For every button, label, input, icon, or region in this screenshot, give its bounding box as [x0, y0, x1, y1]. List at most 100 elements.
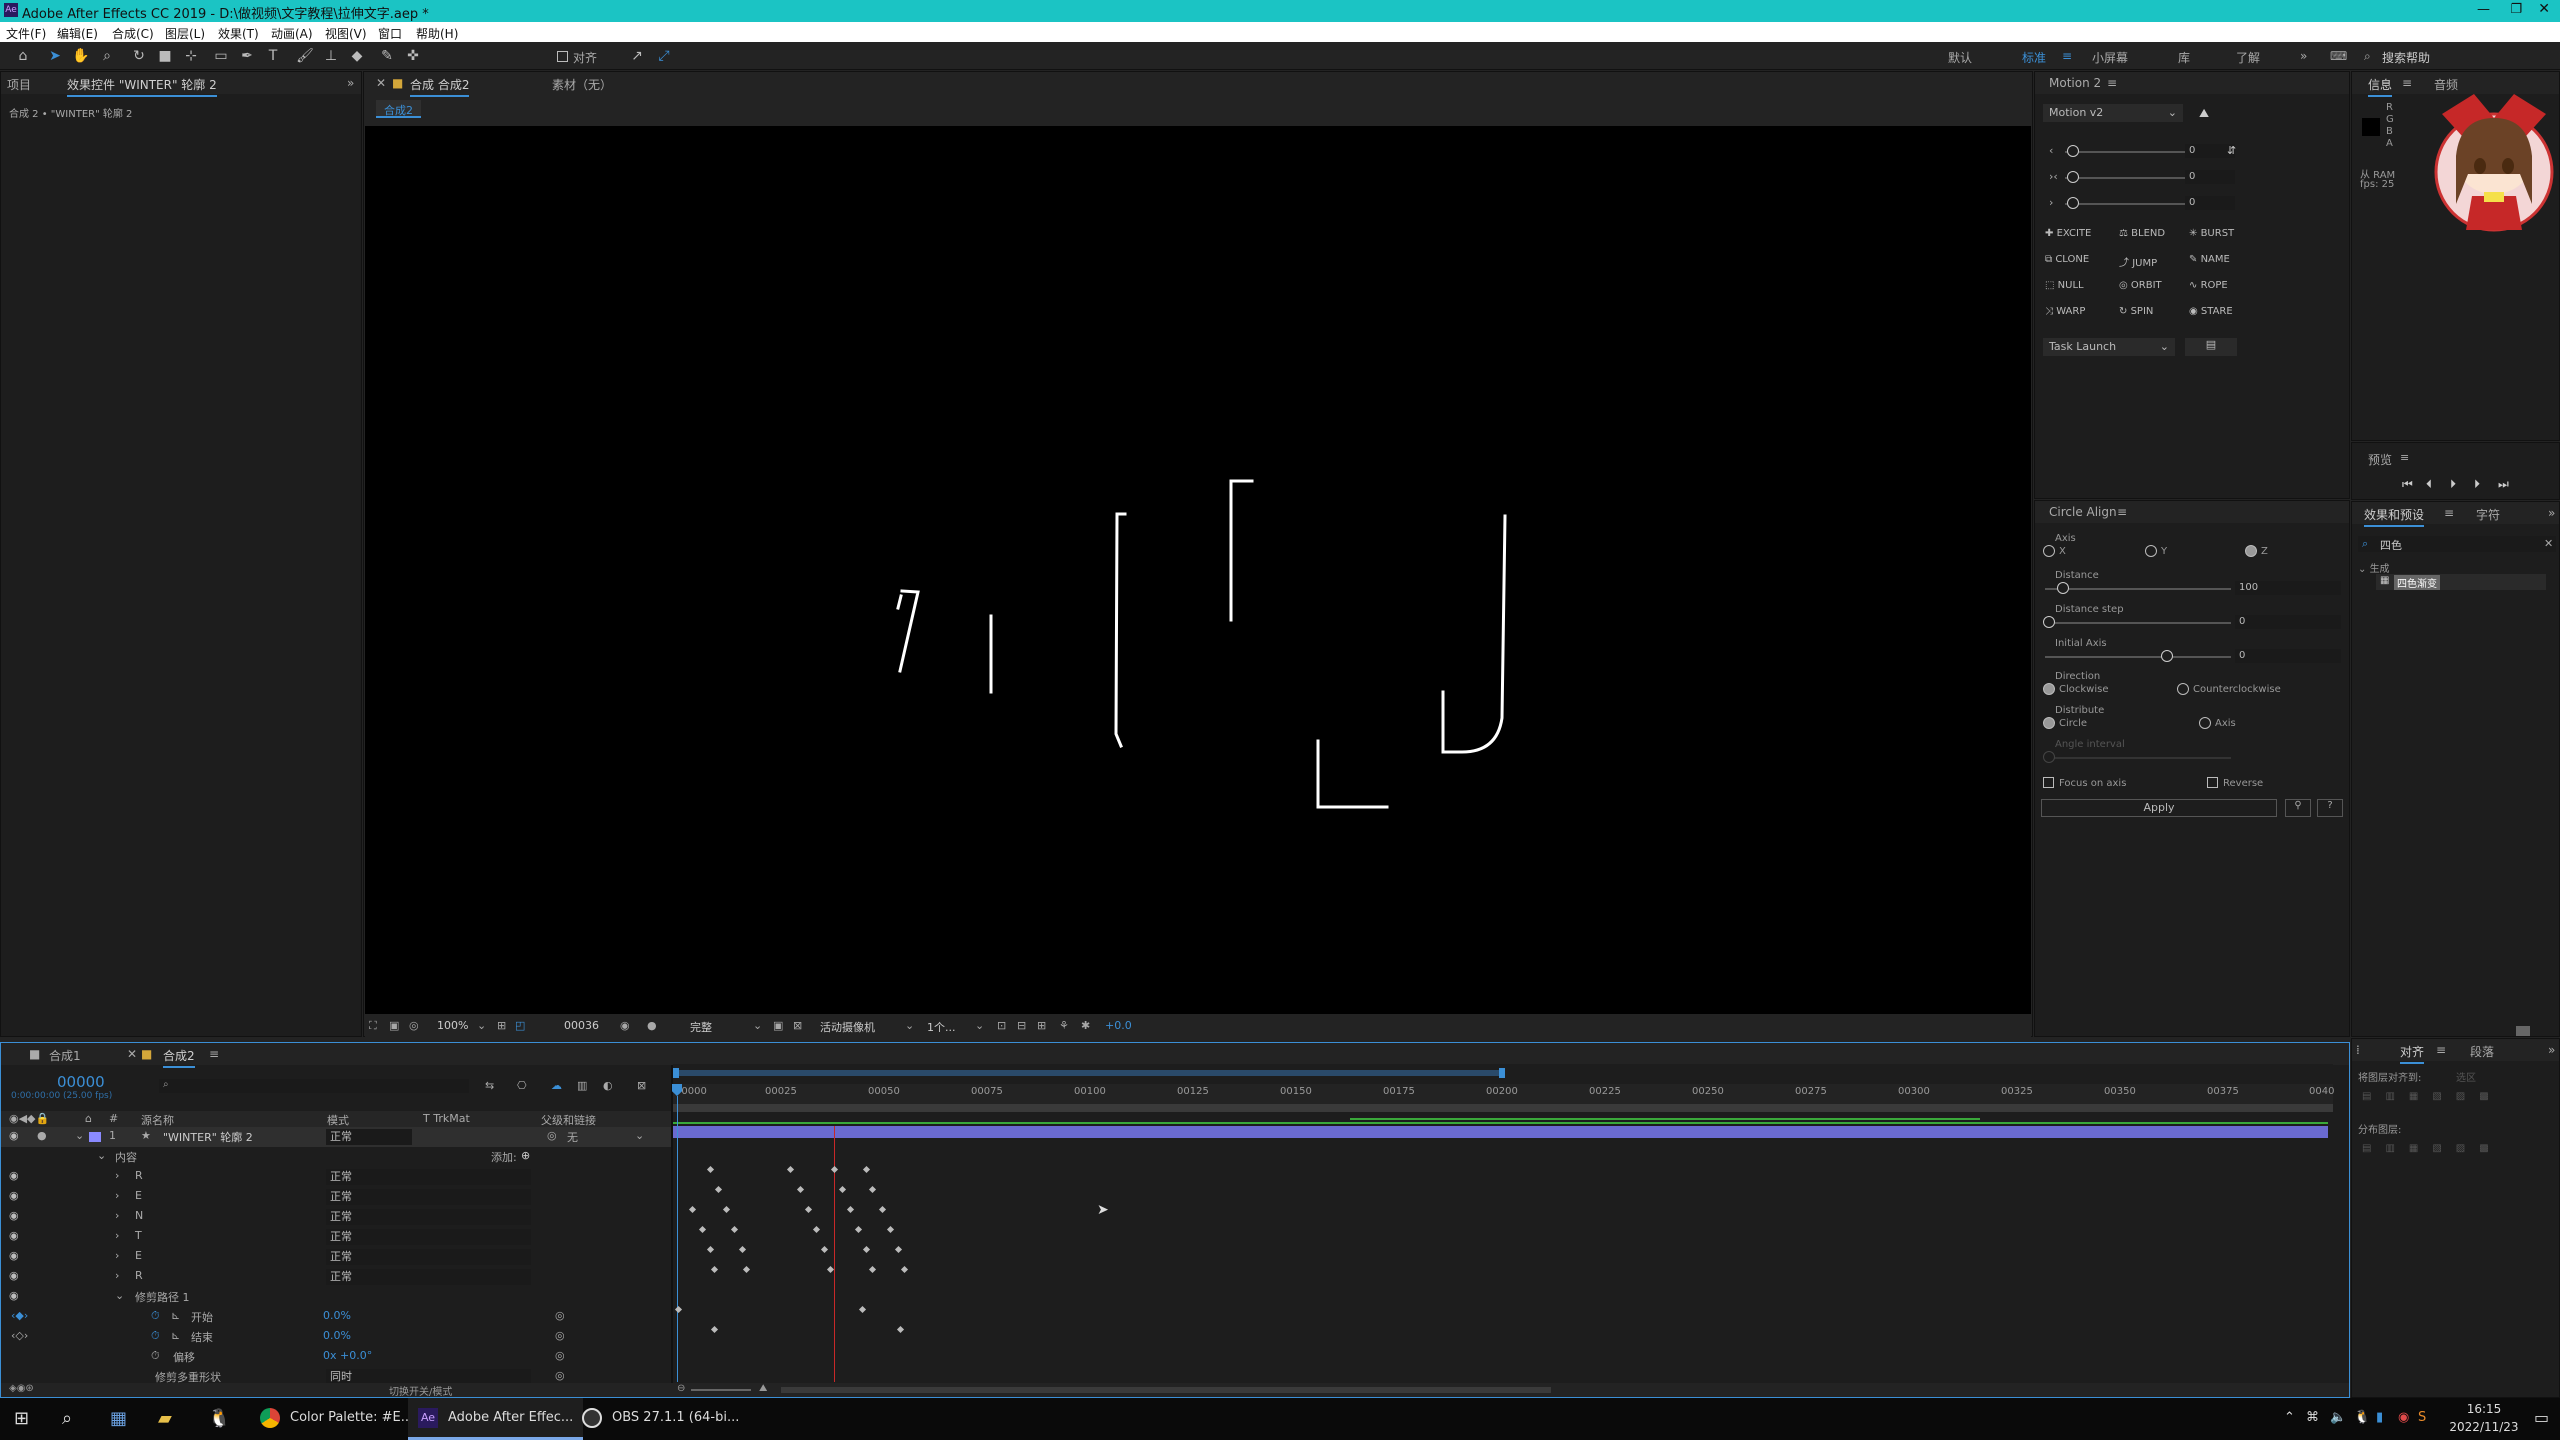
- search-help-input[interactable]: 搜索帮助: [2382, 49, 2430, 66]
- notification-icon[interactable]: ▭: [2534, 1408, 2549, 1427]
- group-row[interactable]: ◉ › T 正常: [1, 1227, 671, 1247]
- workspace-menu-icon[interactable]: ≡: [2062, 49, 2072, 63]
- zoom-select[interactable]: 100%: [437, 1019, 468, 1032]
- apply-button[interactable]: Apply: [2041, 799, 2277, 817]
- tray-chevron-icon[interactable]: ⌃: [2284, 1410, 2295, 1425]
- motion-menu-icon[interactable]: ≡: [2107, 76, 2117, 90]
- ease-out-slider-track[interactable]: [2065, 203, 2203, 205]
- task-chrome[interactable]: Color Palette: #E...: [250, 1398, 423, 1440]
- group-mode-select[interactable]: 正常: [326, 1249, 531, 1265]
- work-area-bar[interactable]: [673, 1104, 2333, 1112]
- workspace-overflow-icon[interactable]: »: [2300, 49, 2307, 63]
- blend-button[interactable]: ⚖ BLEND: [2119, 228, 2165, 239]
- transparency-grid-icon[interactable]: ⊠: [793, 1019, 802, 1032]
- timeline-divider[interactable]: [671, 1065, 673, 1383]
- add-content-icon[interactable]: ⊕: [521, 1149, 530, 1162]
- mask-visibility-icon[interactable]: ◎: [409, 1019, 419, 1032]
- axis-y-radio[interactable]: [2145, 545, 2157, 557]
- menu-animation[interactable]: 动画(A): [271, 25, 313, 42]
- zoom-slider[interactable]: [691, 1389, 751, 1391]
- align-overflow-icon[interactable]: »: [2548, 1043, 2555, 1057]
- tab-align[interactable]: 对齐: [2400, 1043, 2425, 1064]
- clockwise-radio[interactable]: [2043, 683, 2055, 695]
- property-row-start[interactable]: ‹◆› ⏱ ⊾ 开始 0.0% ◎: [1, 1307, 671, 1327]
- pen-tool-icon[interactable]: ✒: [238, 48, 256, 64]
- task-obs[interactable]: OBS 27.1.1 (64-bi...: [572, 1398, 749, 1440]
- puppet-tool-icon[interactable]: ✜: [404, 48, 422, 64]
- roto-brush-tool-icon[interactable]: ✎: [378, 48, 396, 64]
- start-value[interactable]: 0.0%: [323, 1309, 351, 1322]
- motion-preset-select[interactable]: Motion v2 ⌄: [2043, 104, 2183, 122]
- zoom-tool-icon[interactable]: ⌕: [98, 48, 116, 64]
- jump-button[interactable]: ⤴ JUMP: [2119, 254, 2157, 269]
- property-row-end[interactable]: ‹◇› ⏱ ⊾ 结束 0.0% ◎: [1, 1327, 671, 1347]
- parent-select[interactable]: 无: [567, 1129, 578, 1145]
- timeline-menu-icon[interactable]: ≡: [209, 1047, 219, 1061]
- zoom-in-icon[interactable]: ⛰: [759, 1383, 767, 1394]
- comp-flowchart-icon[interactable]: ⇆: [485, 1079, 494, 1092]
- tab-comp2[interactable]: 合成2: [163, 1047, 195, 1068]
- search-icon[interactable]: ⌕: [62, 1408, 72, 1429]
- initial-axis-slider-track[interactable]: [2045, 656, 2231, 658]
- group-mode-select[interactable]: 正常: [326, 1209, 531, 1225]
- navigator-start-handle[interactable]: [673, 1068, 679, 1078]
- qq-tray-icon[interactable]: 🐧: [2354, 1410, 2370, 1425]
- end-value[interactable]: 0.0%: [323, 1329, 351, 1342]
- menu-edit[interactable]: 编辑(E): [57, 25, 98, 42]
- color-channel-icon[interactable]: ●: [647, 1019, 657, 1032]
- workspace-default[interactable]: 默认: [1948, 49, 1972, 66]
- comp-breadcrumb-chip[interactable]: 合成2: [376, 100, 421, 118]
- workspace-standard[interactable]: 标准: [2022, 49, 2046, 66]
- windows-start-icon[interactable]: ⊞: [14, 1408, 29, 1429]
- menu-layer[interactable]: 图层(L): [165, 25, 205, 42]
- prev-frame-icon[interactable]: ⏴: [2426, 477, 2432, 492]
- effect-item-four-color-gradient[interactable]: ▦ 四色渐变: [2376, 574, 2546, 590]
- trim-paths-row[interactable]: ◉ ⌄ 修剪路径 1: [1, 1287, 671, 1307]
- distribute-circle-radio[interactable]: [2043, 717, 2055, 729]
- frame-blending-icon[interactable]: ▥: [577, 1079, 587, 1092]
- expand-group-icon[interactable]: ›: [115, 1169, 119, 1182]
- layer-search-input[interactable]: ⌕: [159, 1079, 469, 1093]
- workspace-learn[interactable]: 了解: [2236, 49, 2260, 66]
- camera-dropdown-icon[interactable]: ⌄: [905, 1019, 914, 1032]
- stare-button[interactable]: ◉ STARE: [2189, 306, 2233, 317]
- new-folder-icon[interactable]: [2516, 1026, 2530, 1036]
- group-name[interactable]: N: [135, 1209, 143, 1222]
- distribute-buttons-row[interactable]: ▤▥▦▧▨▩: [2362, 1143, 2503, 1154]
- category-generate[interactable]: ⌄ 生成: [2358, 560, 2390, 575]
- stopwatch-icon[interactable]: ⏱: [151, 1309, 160, 1323]
- group-name[interactable]: E: [135, 1189, 142, 1202]
- burst-button[interactable]: ✳ BURST: [2189, 228, 2234, 239]
- spin-button[interactable]: ↻ SPIN: [2119, 306, 2153, 317]
- menu-file[interactable]: 文件(F): [6, 25, 46, 42]
- camera-select[interactable]: 活动摄像机: [820, 1019, 875, 1035]
- visibility-eye-icon[interactable]: ◉: [9, 1209, 19, 1222]
- navigator-range[interactable]: [673, 1070, 1503, 1076]
- time-navigator[interactable]: [673, 1064, 2333, 1084]
- close-icon[interactable]: ✕: [2538, 1, 2550, 17]
- toggle-switches-modes[interactable]: 切换开关/模式: [389, 1383, 452, 1398]
- timeline-timecode[interactable]: 00000: [57, 1073, 105, 1091]
- home-icon[interactable]: ⌂: [14, 48, 32, 64]
- link-ease-icon[interactable]: ⇵: [2227, 144, 2236, 157]
- antivirus-icon[interactable]: ◉: [2398, 1410, 2409, 1425]
- keyboard-icon[interactable]: ⌨: [2330, 49, 2347, 63]
- motion-blur-icon[interactable]: ◐: [603, 1079, 613, 1092]
- toggle-pixel-icon[interactable]: ⊡: [997, 1019, 1006, 1032]
- align-menu-icon[interactable]: ≡: [2436, 1043, 2446, 1057]
- curve-graph-icon[interactable]: ⛰: [2199, 106, 2209, 121]
- expression-pickwhip-icon[interactable]: ◎: [555, 1329, 565, 1342]
- source-name-header[interactable]: 源名称: [141, 1112, 174, 1128]
- visibility-eye-icon[interactable]: ◉: [9, 1289, 19, 1302]
- solo-icon[interactable]: ●: [37, 1129, 47, 1142]
- reverse-checkbox[interactable]: [2207, 777, 2218, 788]
- menu-window[interactable]: 窗口: [378, 25, 402, 42]
- exposure-value[interactable]: +0.0: [1105, 1019, 1132, 1032]
- resolution-dropdown-icon[interactable]: ⌄: [753, 1019, 762, 1032]
- layer-label-color[interactable]: [89, 1132, 101, 1142]
- views-select[interactable]: 1个...: [927, 1019, 956, 1035]
- ease-both-slider-track[interactable]: [2065, 177, 2203, 179]
- expand-group-icon[interactable]: ›: [115, 1249, 119, 1262]
- layer-name[interactable]: "WINTER" 轮廓 2: [163, 1129, 253, 1145]
- pick-whip-icon[interactable]: ◎: [547, 1129, 557, 1142]
